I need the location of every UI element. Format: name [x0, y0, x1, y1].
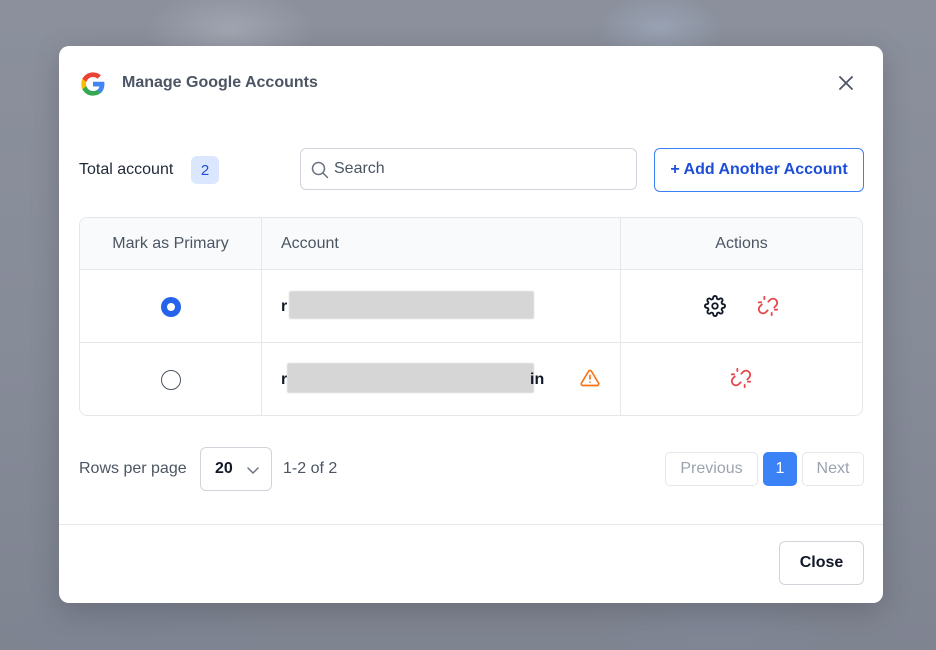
redacted-email	[287, 363, 534, 393]
rows-per-page-label: Rows per page	[79, 460, 187, 477]
rows-per-page-value: 20	[215, 460, 233, 477]
account-email-prefix: r	[281, 298, 288, 315]
gear-icon[interactable]	[702, 293, 728, 319]
account-email-suffix: in	[530, 371, 545, 388]
add-another-account-button[interactable]: + Add Another Account	[654, 148, 864, 192]
primary-radio-unselected[interactable]	[161, 370, 181, 390]
column-divider	[620, 218, 621, 269]
column-divider	[261, 218, 262, 269]
footer-divider	[59, 524, 883, 525]
chevron-down-icon	[246, 463, 260, 482]
column-header-actions: Actions	[715, 235, 768, 252]
unlink-icon[interactable]	[728, 365, 754, 391]
unlink-icon[interactable]	[755, 293, 781, 319]
column-header-account: Account	[281, 235, 339, 252]
close-icon[interactable]	[833, 70, 859, 96]
total-account-badge: 2	[191, 156, 219, 184]
pagination-bar: Rows per page 20 1-2 of 2 Previous 1 Nex…	[79, 447, 864, 491]
pagination-range: 1-2 of 2	[283, 460, 338, 477]
dialog-header: Manage Google Accounts	[59, 46, 883, 120]
accounts-toolbar: Total account 2 + Add Another Account	[79, 148, 864, 192]
column-divider	[261, 270, 262, 342]
column-divider	[261, 343, 262, 415]
google-g-icon	[79, 70, 107, 98]
accounts-table: Mark as Primary Account Actions r r in	[79, 217, 863, 416]
table-row: r	[80, 270, 862, 343]
warning-icon[interactable]	[577, 365, 603, 391]
table-header: Mark as Primary Account Actions	[80, 218, 862, 270]
close-button[interactable]: Close	[779, 541, 864, 585]
redacted-email	[289, 291, 534, 319]
column-header-mark-as-primary: Mark as Primary	[112, 235, 229, 252]
table-row: r in	[80, 343, 862, 415]
column-divider	[620, 270, 621, 342]
dialog-title: Manage Google Accounts	[122, 74, 318, 91]
page-1-button[interactable]: 1	[763, 452, 797, 486]
search-box[interactable]	[300, 148, 637, 190]
previous-page-button[interactable]: Previous	[665, 452, 758, 486]
next-page-button[interactable]: Next	[802, 452, 864, 486]
primary-radio-selected[interactable]	[161, 297, 181, 317]
total-account-label: Total account	[79, 161, 174, 178]
rows-per-page-select[interactable]: 20	[200, 447, 272, 491]
search-icon	[311, 161, 329, 184]
manage-accounts-dialog: Manage Google Accounts Total account 2 +…	[59, 46, 883, 603]
search-input[interactable]	[334, 149, 624, 189]
column-divider	[620, 343, 621, 415]
